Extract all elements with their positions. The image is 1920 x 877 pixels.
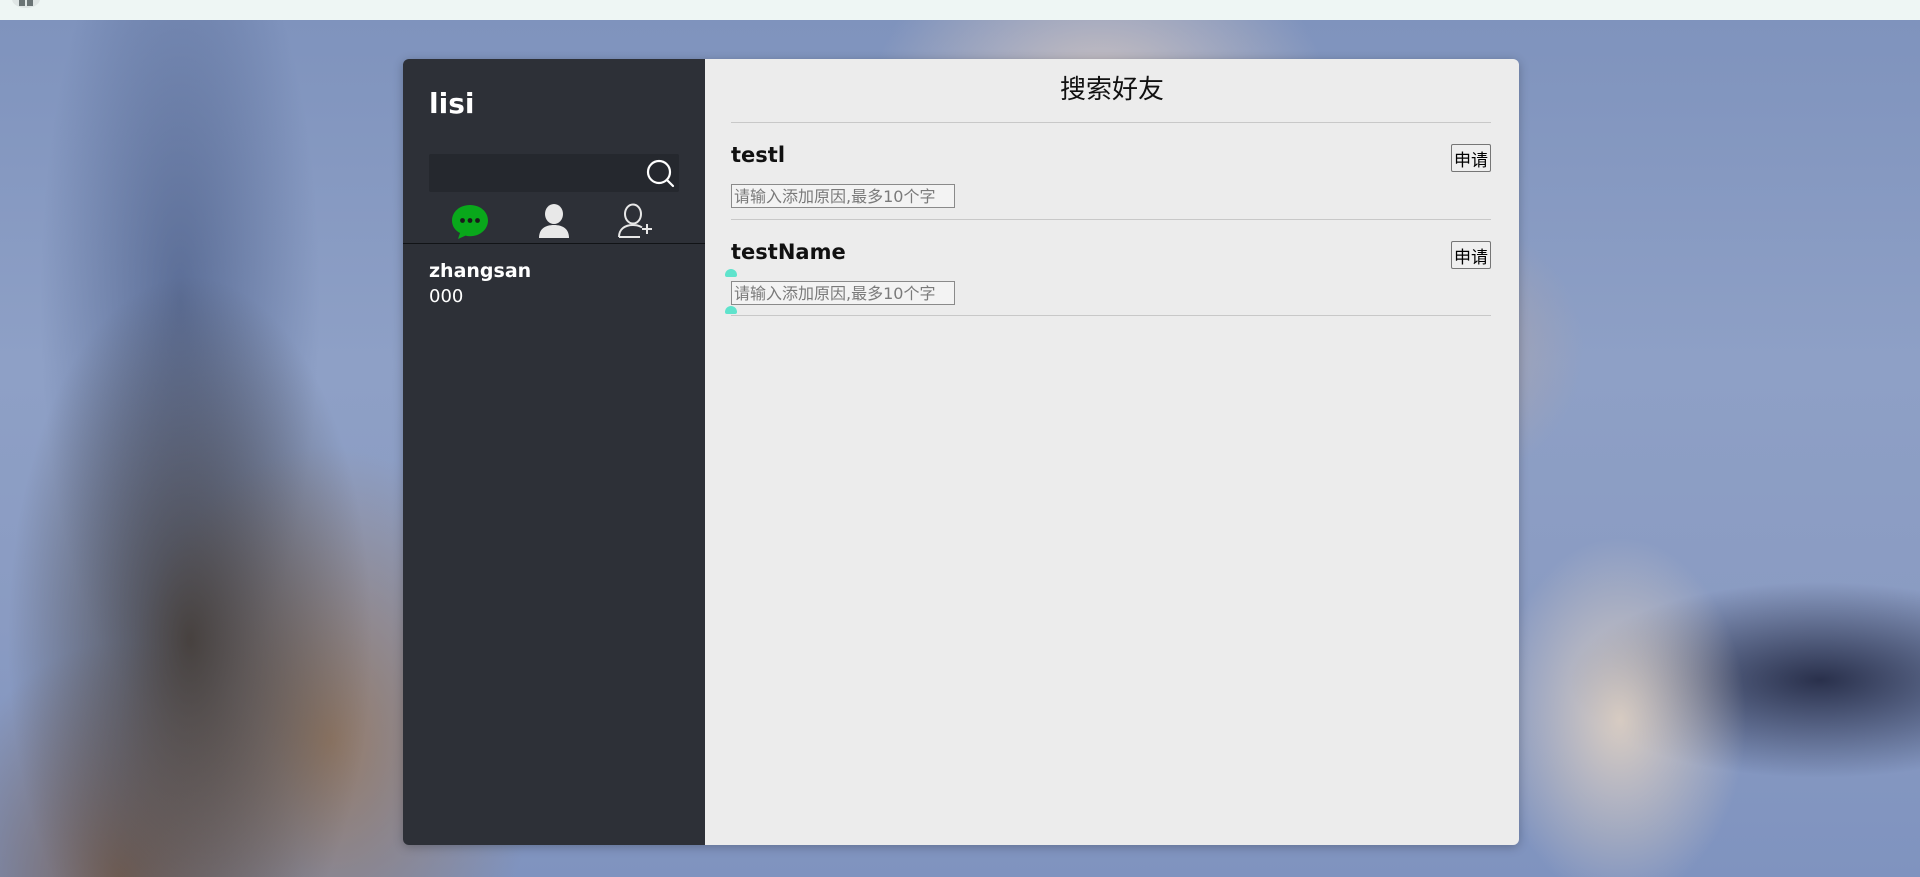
add-reason-input[interactable] — [731, 281, 955, 305]
result-divider — [731, 315, 1491, 316]
search-result-item: testl 申请 — [731, 123, 1491, 219]
search-box — [429, 154, 679, 192]
apply-button[interactable]: 申请 — [1451, 241, 1491, 269]
chat-app-window: lisi zhangsan 000 搜索好友 testl 申请 请输入添加原因,… — [403, 59, 1519, 845]
contact-last-message: 000 — [429, 286, 464, 307]
tabs-divider — [403, 243, 705, 244]
sidebar-tabs — [403, 200, 705, 242]
search-icon[interactable] — [645, 158, 675, 188]
app-grid-icon[interactable] — [12, 0, 40, 8]
search-input[interactable] — [429, 154, 645, 192]
resize-handle-top[interactable] — [725, 269, 737, 277]
add-reason-input[interactable] — [731, 184, 955, 208]
page-title: 搜索好友 — [1059, 75, 1164, 105]
browser-top-bar — [0, 0, 1920, 21]
chat-icon — [452, 205, 488, 239]
add-user-icon — [618, 203, 652, 238]
result-username: testName — [731, 240, 846, 264]
user-icon — [539, 204, 569, 238]
sidebar: lisi zhangsan 000 — [403, 59, 705, 845]
result-username: testl — [731, 143, 786, 167]
resize-handle-bottom[interactable] — [725, 306, 737, 314]
search-result-item: testName 申请 — [725, 220, 1491, 316]
tab-add-friend[interactable] — [615, 200, 657, 242]
contact-list-item[interactable]: zhangsan 000 — [429, 258, 679, 310]
contact-name: zhangsan — [429, 260, 532, 282]
apply-button[interactable]: 申请 — [1451, 144, 1491, 172]
current-username: lisi — [429, 87, 475, 120]
tab-chats[interactable] — [449, 200, 491, 242]
search-friends-panel: 搜索好友 testl 申请 testName 申请 — [705, 59, 1519, 845]
tab-contacts[interactable] — [533, 200, 575, 242]
